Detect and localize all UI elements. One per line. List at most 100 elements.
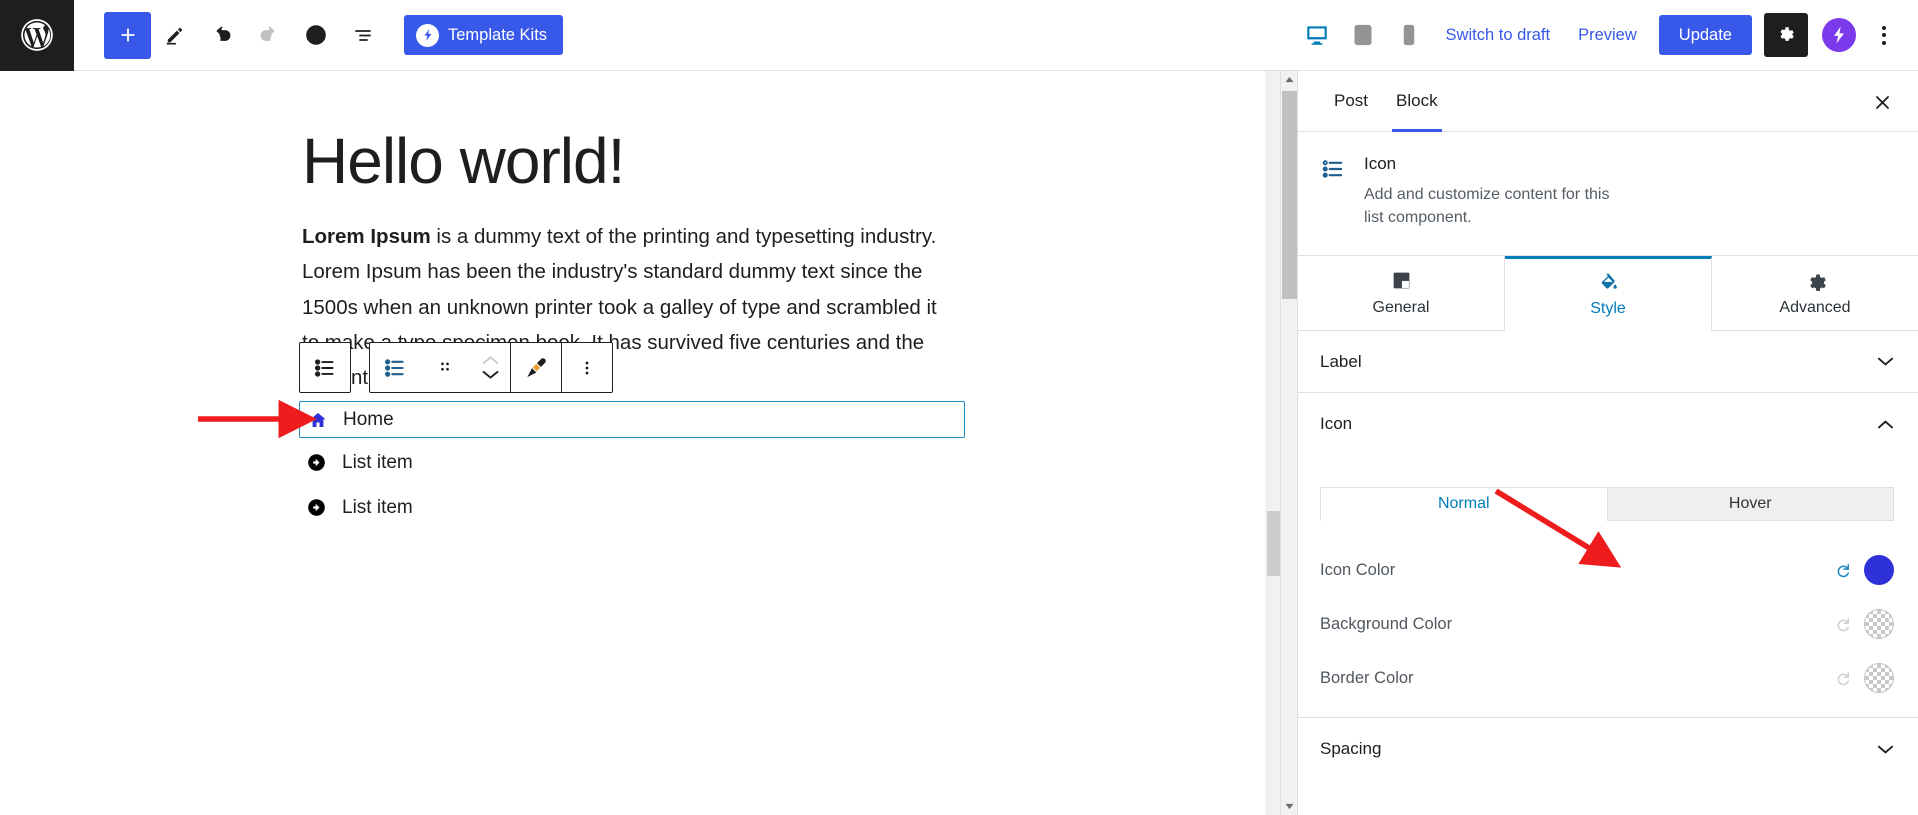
scroll-down-arrow-icon[interactable] — [1281, 798, 1298, 815]
chevron-down-icon — [1877, 745, 1894, 754]
tablet-preview-button[interactable] — [1340, 12, 1386, 58]
editor-top-bar: Template Kits Switch to draft Preview Up… — [0, 0, 1918, 71]
reset-icon-color-button[interactable] — [1835, 562, 1852, 579]
close-icon — [1875, 95, 1889, 109]
gear-icon — [1809, 274, 1826, 291]
tab-advanced-label: Advanced — [1779, 298, 1851, 316]
block-type-button[interactable] — [370, 343, 420, 392]
spacing-section-title: Spacing — [1320, 739, 1382, 759]
undo-button[interactable] — [198, 12, 245, 59]
close-sidebar-button[interactable] — [1868, 88, 1896, 116]
edit-tool-button[interactable] — [151, 12, 198, 59]
kebab-menu-icon — [1882, 25, 1886, 30]
sidebar-scrollbar-thumb[interactable] — [1282, 91, 1297, 299]
drag-dots-icon — [441, 362, 449, 371]
tab-style[interactable]: Style — [1505, 256, 1712, 332]
icon-state-tabs: Normal Hover — [1320, 487, 1894, 522]
arrow-circle-icon — [307, 453, 326, 472]
wordpress-logo-icon[interactable] — [0, 0, 74, 71]
tab-normal-state[interactable]: Normal — [1320, 487, 1607, 522]
icon-section-header[interactable]: Icon — [1298, 393, 1918, 456]
template-kits-label: Template Kits — [448, 25, 548, 44]
icon-settings-panel: Normal Hover Icon Color Background Color — [1298, 455, 1918, 719]
switch-to-draft-button[interactable]: Switch to draft — [1432, 26, 1565, 45]
list-view-button[interactable] — [339, 12, 386, 59]
paragraph-bold-lead: Lorem Ipsum — [302, 225, 431, 248]
list-item[interactable]: List item — [299, 442, 965, 483]
chevron-down-icon — [482, 370, 498, 379]
settings-gear-button[interactable] — [1764, 13, 1808, 57]
block-settings-sidebar: Post Block Icon Add and customize conten… — [1280, 71, 1918, 815]
styles-button[interactable] — [511, 343, 561, 392]
account-avatar-button[interactable] — [1822, 18, 1856, 52]
details-button[interactable] — [292, 12, 339, 59]
icon-color-label: Icon Color — [1320, 560, 1396, 579]
paintbrush-icon — [527, 357, 546, 377]
icon-color-row: Icon Color — [1298, 543, 1918, 597]
block-info-card: Icon Add and customize content for this … — [1298, 132, 1918, 257]
top-bar-tools: Template Kits — [104, 11, 564, 59]
icon-list-block-icon — [1320, 154, 1348, 229]
canvas-scrollbar-thumb[interactable] — [1267, 511, 1280, 576]
move-down-button[interactable] — [480, 368, 501, 381]
block-title: Icon — [1364, 154, 1397, 173]
redo-button[interactable] — [245, 12, 292, 59]
template-kits-button[interactable]: Template Kits — [404, 15, 564, 55]
scroll-up-arrow-icon[interactable] — [1281, 71, 1298, 88]
label-section-title: Label — [1320, 351, 1362, 371]
icon-section-title: Icon — [1320, 414, 1353, 434]
block-toolbar — [299, 342, 613, 393]
home-list-item[interactable]: Home — [299, 401, 965, 438]
icon-list-block: Home List item List item — [299, 401, 965, 528]
border-color-label: Border Color — [1320, 668, 1414, 687]
preview-button[interactable]: Preview — [1564, 26, 1651, 45]
border-color-swatch[interactable] — [1864, 663, 1894, 694]
list-item-label: Home — [343, 408, 394, 430]
block-mover — [470, 343, 510, 392]
background-color-label: Background Color — [1320, 614, 1453, 633]
tab-hover-state[interactable]: Hover — [1606, 487, 1894, 522]
spacing-section-header[interactable]: Spacing — [1298, 718, 1918, 781]
desktop-preview-button[interactable] — [1294, 12, 1340, 58]
settings-tab-row: General Style Advanced — [1298, 256, 1918, 332]
general-square-icon — [1393, 272, 1409, 289]
add-block-button[interactable] — [104, 11, 151, 59]
reset-background-color-button[interactable] — [1835, 616, 1852, 633]
tab-post[interactable]: Post — [1320, 71, 1382, 132]
bolt-circle-icon — [416, 23, 439, 47]
tab-style-label: Style — [1590, 300, 1626, 318]
home-icon — [308, 411, 327, 429]
tab-block[interactable]: Block — [1382, 71, 1452, 132]
tab-advanced[interactable]: Advanced — [1712, 256, 1918, 331]
parent-block-select-button[interactable] — [300, 343, 350, 392]
sidebar-scrollbar[interactable] — [1281, 71, 1298, 815]
gear-icon — [1780, 27, 1794, 41]
icon-color-swatch[interactable] — [1864, 555, 1894, 586]
background-color-swatch[interactable] — [1864, 609, 1894, 640]
bolt-avatar-icon — [1834, 26, 1844, 44]
label-section-header[interactable]: Label — [1298, 331, 1918, 394]
page-title[interactable]: Hello world! — [302, 126, 625, 197]
list-item-label: List item — [342, 496, 413, 518]
paint-bucket-icon — [1601, 273, 1617, 290]
tab-general[interactable]: General — [1298, 256, 1505, 331]
drag-handle[interactable] — [420, 343, 470, 392]
chevron-up-icon — [482, 356, 498, 364]
list-item[interactable]: List item — [299, 487, 965, 528]
update-button[interactable]: Update — [1658, 15, 1752, 55]
list-block-icon — [314, 358, 334, 377]
mobile-preview-button[interactable] — [1386, 12, 1432, 58]
more-options-button[interactable] — [562, 343, 612, 392]
chevron-down-icon — [1877, 358, 1894, 367]
border-color-row: Border Color — [1298, 651, 1918, 705]
reset-icon — [1837, 617, 1850, 632]
arrow-circle-icon — [307, 498, 326, 517]
background-color-row: Background Color — [1298, 597, 1918, 651]
icon-list-block-icon — [385, 358, 404, 377]
tab-general-label: General — [1372, 298, 1430, 316]
reset-border-color-button[interactable] — [1835, 670, 1852, 687]
more-options-button[interactable] — [1866, 15, 1902, 55]
reset-icon — [1837, 563, 1850, 578]
chevron-up-icon — [1877, 420, 1894, 429]
move-up-button[interactable] — [480, 354, 501, 367]
